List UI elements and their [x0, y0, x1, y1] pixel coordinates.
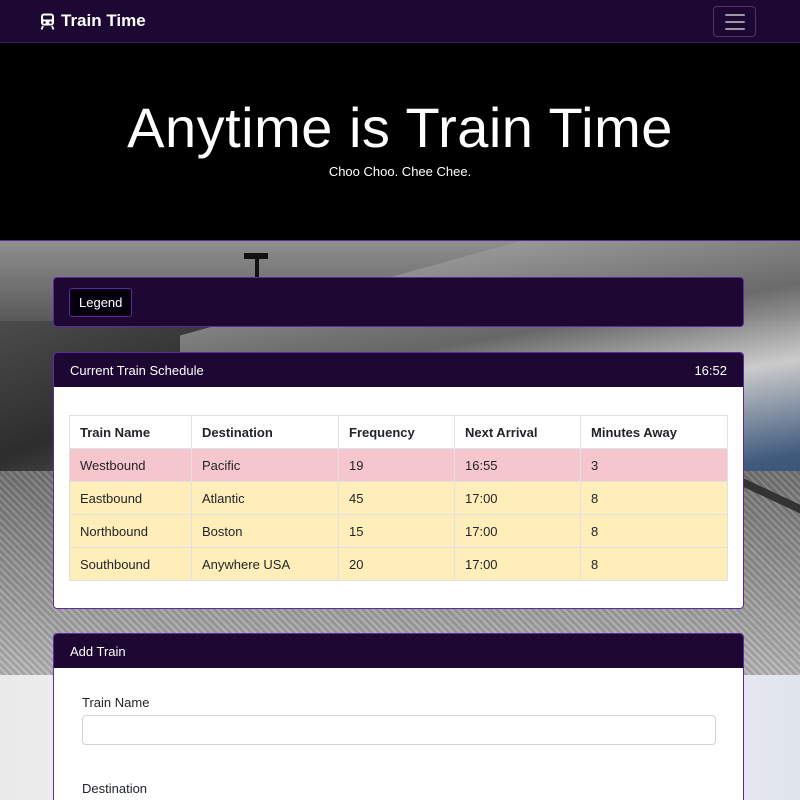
cell-next-arrival: 16:55	[454, 448, 581, 482]
page-title: Anytime is Train Time	[127, 96, 673, 159]
table-row: Southbound Anywhere USA 20 17:00 8	[69, 547, 728, 581]
cell-destination: Pacific	[191, 448, 339, 482]
cell-next-arrival: 17:00	[454, 514, 581, 548]
train-name-label: Train Name	[82, 695, 150, 710]
table-header-row: Train Name Destination Frequency Next Ar…	[69, 415, 728, 449]
hamburger-icon	[724, 13, 745, 16]
add-train-card: Add Train Train Name Destination	[53, 633, 744, 800]
table-row: Northbound Boston 15 17:00 8	[69, 514, 728, 548]
train-icon	[40, 13, 55, 30]
column-header-train-name: Train Name	[69, 415, 192, 449]
schedule-title: Current Train Schedule	[70, 362, 204, 378]
cell-next-arrival: 17:00	[454, 547, 581, 581]
schedule-card-header: Current Train Schedule 16:52	[54, 353, 743, 387]
column-header-next-arrival: Next Arrival	[454, 415, 581, 449]
schedule-card: Current Train Schedule 16:52 Train Name …	[53, 352, 744, 609]
table-row: Westbound Pacific 19 16:55 3	[69, 448, 728, 482]
cell-frequency: 15	[338, 514, 455, 548]
train-name-input[interactable]	[82, 715, 716, 745]
cell-train-name: Westbound	[69, 448, 192, 482]
cell-minutes-away: 8	[580, 481, 728, 515]
column-header-destination: Destination	[191, 415, 339, 449]
brand-link[interactable]: Train Time	[40, 11, 146, 31]
legend-card: Legend	[53, 277, 744, 327]
add-train-title: Add Train	[70, 643, 126, 659]
cell-train-name: Eastbound	[69, 481, 192, 515]
cell-train-name: Southbound	[69, 547, 192, 581]
add-train-card-header: Add Train	[54, 634, 743, 668]
jumbotron: Anytime is Train Time Choo Choo. Chee Ch…	[0, 43, 800, 240]
cell-minutes-away: 8	[580, 514, 728, 548]
navbar: Train Time	[0, 0, 800, 43]
cell-destination: Anywhere USA	[191, 547, 339, 581]
destination-label: Destination	[82, 781, 148, 796]
brand-name: Train Time	[61, 11, 146, 30]
page-subtitle: Choo Choo. Chee Chee.	[328, 164, 472, 179]
column-header-minutes-away: Minutes Away	[580, 415, 728, 449]
schedule-table: Train Name Destination Frequency Next Ar…	[69, 415, 728, 581]
cell-minutes-away: 8	[580, 547, 728, 581]
cell-frequency: 19	[338, 448, 455, 482]
cell-train-name: Northbound	[69, 514, 192, 548]
current-time: 16:52	[694, 362, 727, 378]
column-header-frequency: Frequency	[338, 415, 455, 449]
cell-frequency: 45	[338, 481, 455, 515]
legend-button[interactable]: Legend	[69, 288, 133, 317]
table-row: Eastbound Atlantic 45 17:00 8	[69, 481, 728, 515]
cell-destination: Boston	[191, 514, 339, 548]
navbar-toggle-button[interactable]	[713, 6, 756, 37]
cell-destination: Atlantic	[191, 481, 339, 515]
cell-frequency: 20	[338, 547, 455, 581]
cell-next-arrival: 17:00	[454, 481, 581, 515]
cell-minutes-away: 3	[580, 448, 728, 482]
